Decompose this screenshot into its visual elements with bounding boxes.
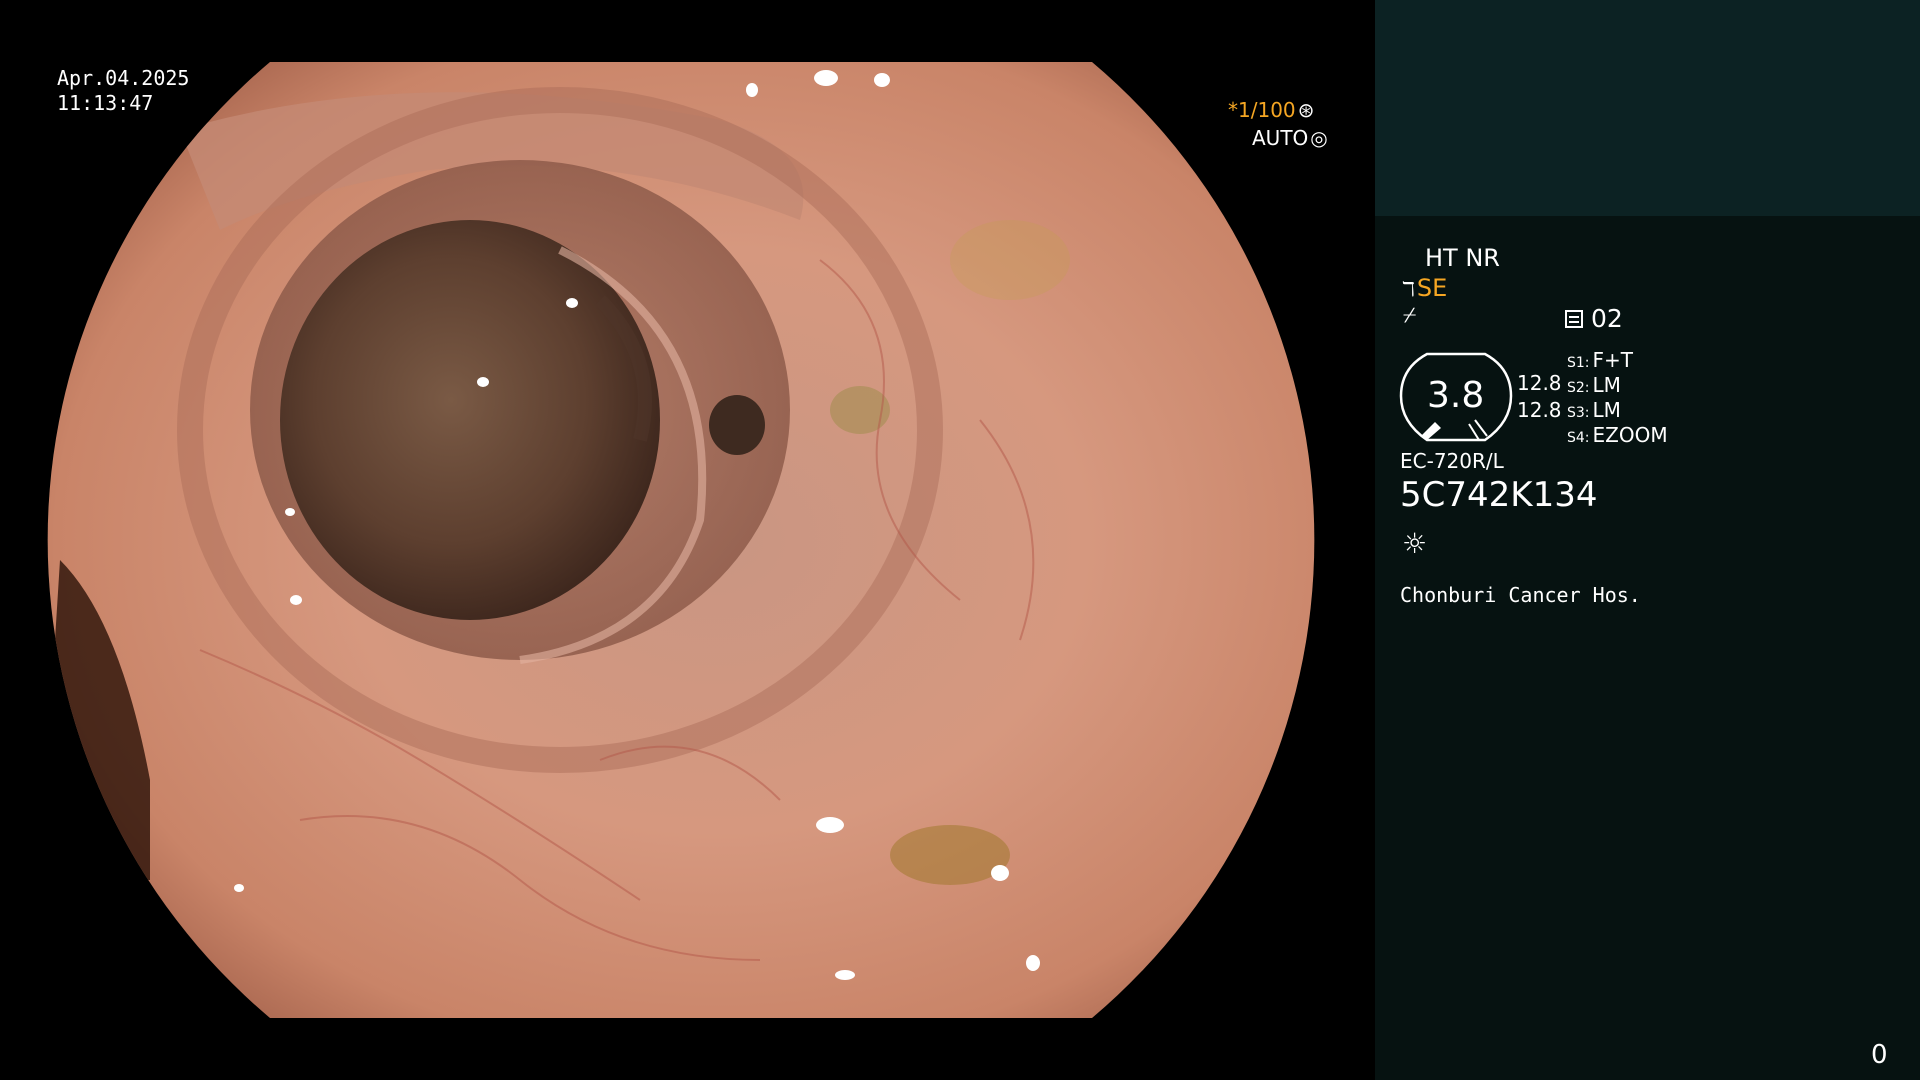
info-panel-body (1375, 216, 1920, 1080)
enhance-row: ℸSE (1402, 276, 1447, 300)
memory-icon (1565, 310, 1583, 328)
enhance-label: SE (1416, 274, 1448, 302)
hospital-name: Chonburi Cancer Hos. (1400, 583, 1641, 607)
iris-text: AUTO (1252, 126, 1309, 150)
endoscopy-screen: Apr.04.2025 11:13:47 *1/100 ⊛ AUTO ◎ HT NR… (0, 0, 1920, 1080)
info-panel-header (1375, 0, 1920, 216)
switch-s4: S4: EZOOM (1567, 425, 1668, 445)
datetime-readout: Apr.04.2025 11:13:47 (57, 66, 189, 116)
mode-label: HT NR (1425, 244, 1500, 272)
scope-model: EC-720R/L (1400, 449, 1504, 473)
gauge-line-2: 12.8 (1517, 398, 1562, 422)
iris-readout: AUTO ◎ (1252, 128, 1328, 148)
switch-value: F+T (1592, 348, 1633, 372)
memory-value: 02 (1591, 304, 1623, 333)
switch-s3: S3: LM (1567, 400, 1621, 420)
slash-icon: ⌿ (1403, 303, 1417, 328)
gauge-value: 3.8 (1427, 375, 1485, 416)
switch-key: S1: (1567, 355, 1590, 371)
gauge-line-1: 12.8 (1517, 371, 1562, 395)
date-text: Apr.04.2025 (57, 66, 190, 90)
memory-row: 02 (1565, 306, 1623, 331)
endoscopic-view: Apr.04.2025 11:13:47 *1/100 ⊛ AUTO ◎ (0, 0, 1375, 1080)
info-panel: HT NR ℸSE ⌿ 02 3.8 12.8 12.8 S1: F+T S2: L… (1375, 0, 1920, 1080)
switch-value: EZOOM (1592, 423, 1668, 447)
shutter-readout: *1/100 ⊛ (1228, 100, 1314, 120)
iris-icon: ◎ (1310, 126, 1328, 150)
switch-s1: S1: F+T (1567, 350, 1633, 370)
switch-value: LM (1592, 398, 1621, 422)
enhance-icon: ℸ (1402, 277, 1415, 301)
switch-key: S4: (1567, 430, 1590, 446)
switch-key: S2: (1567, 380, 1590, 396)
light-icon: ☼ (1402, 527, 1428, 560)
endoscope-image (47, 62, 1315, 1018)
shutter-icon: ⊛ (1297, 98, 1315, 122)
shutter-text: *1/100 (1228, 98, 1296, 122)
switch-value: LM (1592, 373, 1621, 397)
time-text: 11:13:47 (57, 91, 154, 115)
switch-key: S3: (1567, 405, 1590, 421)
scope-serial: 5C742K134 (1400, 475, 1598, 515)
switch-s2: S2: LM (1567, 375, 1621, 395)
frame-counter: 0 (1871, 1040, 1888, 1070)
